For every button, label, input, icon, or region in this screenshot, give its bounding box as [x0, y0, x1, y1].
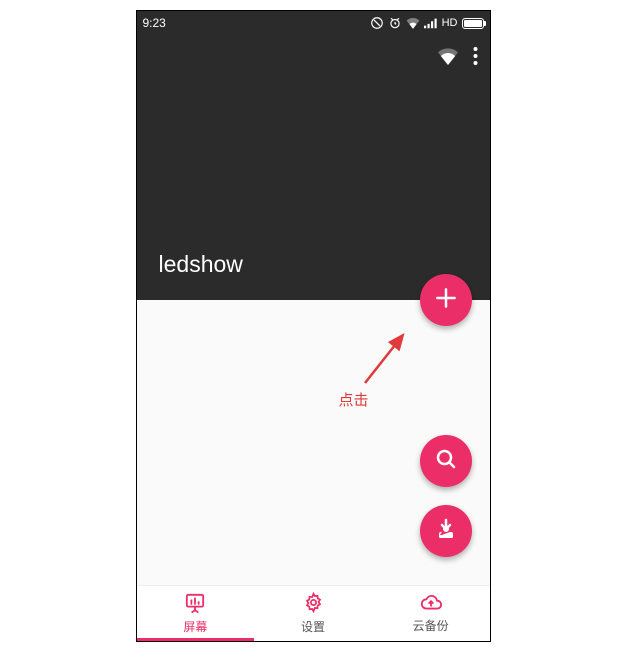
phone-frame: 9:23 HD le: [136, 10, 491, 642]
page-title: ledshow: [159, 251, 243, 278]
status-icons: HD: [370, 16, 484, 30]
nav-item-screen[interactable]: 屏幕: [137, 586, 255, 641]
add-button[interactable]: [420, 274, 472, 326]
cloud-backup-icon: [419, 594, 443, 615]
wifi-icon[interactable]: [437, 47, 459, 70]
signal-icon: [424, 17, 438, 29]
nav-label: 云备份: [413, 617, 449, 634]
do-not-disturb-icon: [370, 16, 384, 30]
nav-label: 屏幕: [183, 618, 207, 635]
status-bar: 9:23 HD: [137, 11, 490, 35]
search-icon: [434, 447, 458, 476]
plus-icon: [433, 285, 459, 316]
gear-icon: [303, 592, 324, 616]
nav-item-cloud-backup[interactable]: 云备份: [372, 586, 490, 641]
search-button[interactable]: [420, 435, 472, 487]
status-time: 9:23: [143, 16, 166, 30]
download-icon: [434, 517, 458, 546]
chart-presentation-icon: [184, 593, 206, 616]
bottom-nav: 屏幕 设置 云备份: [137, 585, 490, 641]
overflow-menu-icon[interactable]: [473, 47, 478, 70]
battery-icon: [462, 18, 484, 29]
wifi-strength-icon: [406, 17, 420, 29]
hd-label: HD: [442, 17, 458, 29]
download-button[interactable]: [420, 505, 472, 557]
alarm-icon: [388, 16, 402, 30]
nav-label: 设置: [301, 618, 325, 635]
appbar-hero: ledshow: [137, 35, 490, 300]
nav-item-settings[interactable]: 设置: [254, 586, 372, 641]
